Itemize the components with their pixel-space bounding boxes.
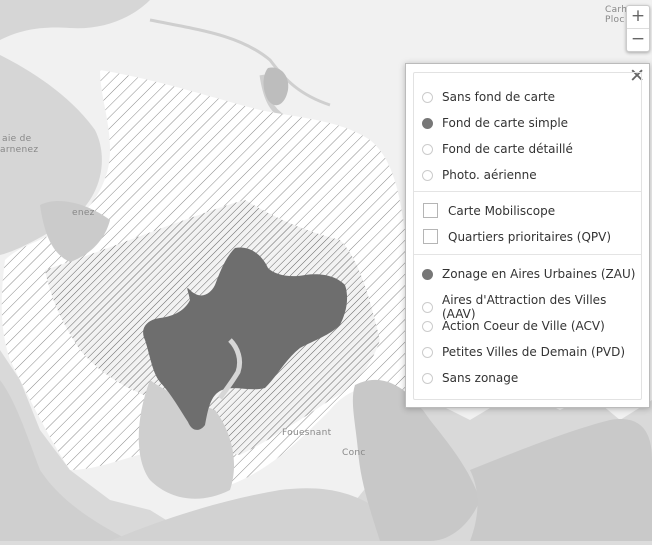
zoning-option-none[interactable]: Sans zonage <box>422 371 518 385</box>
zoning-option-zau[interactable]: Zonage en Aires Urbaines (ZAU) <box>422 267 635 281</box>
place-label: Conc <box>342 448 366 458</box>
place-label: Carh <box>605 5 628 15</box>
option-label: Aires d'Attraction des Villes (AAV) <box>442 293 607 321</box>
option-label: Photo. aérienne <box>442 168 537 182</box>
overlay-option-mobiliscope[interactable]: Carte Mobiliscope <box>422 203 555 218</box>
option-label: Fond de carte simple <box>442 116 569 130</box>
option-label: Sans zonage <box>442 371 519 385</box>
zoning-option-aav[interactable]: Aires d'Attraction des Villes (AAV) <box>422 293 641 321</box>
option-label: Fond de carte détaillé <box>442 142 573 156</box>
radio-icon[interactable] <box>422 143 433 155</box>
zoom-out-button[interactable]: − <box>627 28 649 51</box>
radio-icon[interactable] <box>422 91 433 103</box>
place-label: arnenez <box>0 145 39 155</box>
divider <box>414 254 641 255</box>
option-label: Quartiers prioritaires (QPV) <box>448 229 612 244</box>
basemap-option-detailed[interactable]: Fond de carte détaillé <box>422 142 573 156</box>
overlay-option-qpv[interactable]: Quartiers prioritaires (QPV) <box>422 229 611 244</box>
basemap-option-simple[interactable]: Fond de carte simple <box>422 116 568 130</box>
place-label: enez <box>72 208 95 218</box>
option-label: Sans fond de carte <box>442 90 556 104</box>
radio-icon[interactable] <box>422 169 433 181</box>
option-label: Zonage en Aires Urbaines (ZAU) <box>442 267 636 281</box>
layer-list: Sans fond de carte Fond de carte simple … <box>413 72 642 400</box>
place-label: Ploc <box>605 15 625 25</box>
basemap-option-none[interactable]: Sans fond de carte <box>422 90 555 104</box>
radio-icon[interactable] <box>422 372 433 384</box>
place-label: Fouesnant <box>282 428 332 438</box>
radio-icon[interactable] <box>422 346 433 358</box>
radio-icon[interactable] <box>422 320 433 332</box>
zoning-option-pvd[interactable]: Petites Villes de Demain (PVD) <box>422 345 625 359</box>
radio-selected-icon[interactable] <box>422 268 433 280</box>
option-label: Action Coeur de Ville (ACV) <box>442 319 605 333</box>
zoom-in-button[interactable]: + <box>627 6 649 28</box>
checkbox[interactable] <box>423 229 438 244</box>
radio-icon[interactable] <box>422 301 433 313</box>
option-label: Carte Mobiliscope <box>448 203 556 218</box>
zoning-option-acv[interactable]: Action Coeur de Ville (ACV) <box>422 319 605 333</box>
layer-panel: ✕ Sans fond de carte Fond de carte simpl… <box>405 63 650 408</box>
checkbox[interactable] <box>423 203 438 218</box>
place-label: aie de <box>2 134 32 144</box>
divider <box>414 191 641 192</box>
radio-selected-icon[interactable] <box>422 117 433 129</box>
basemap-option-aerial[interactable]: Photo. aérienne <box>422 168 537 182</box>
option-label: Petites Villes de Demain (PVD) <box>442 345 626 359</box>
zoom-control: + − <box>626 5 650 52</box>
